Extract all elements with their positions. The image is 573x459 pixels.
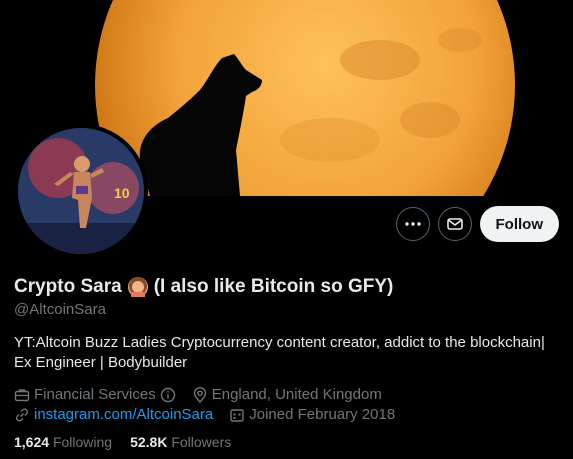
profile-avatar[interactable]: 10 <box>14 124 148 258</box>
category-item: Financial Services <box>14 386 176 403</box>
calendar-icon <box>230 408 244 422</box>
joined-item: Joined February 2018 <box>229 406 395 423</box>
followers-count: 52.8K <box>130 434 168 450</box>
profile-meta-row-1: Financial Services England, United Kingd… <box>14 386 382 403</box>
info-icon[interactable] <box>160 387 176 403</box>
location-item: England, United Kingdom <box>192 386 382 403</box>
following-label: Following <box>52 434 113 450</box>
website-link[interactable]: instagram.com/AltcoinSara <box>34 406 213 423</box>
website-item: instagram.com/AltcoinSara <box>14 406 213 423</box>
joined-text: Joined February 2018 <box>249 406 396 423</box>
category-text: Financial Services <box>34 386 156 403</box>
follow-button[interactable]: Follow <box>479 206 559 242</box>
svg-text:10: 10 <box>114 185 130 201</box>
followers-label: Followers <box>171 434 232 450</box>
display-name-row: Crypto Sara (I also like Bitcoin so GFY) <box>14 276 393 298</box>
follow-counts: 1,624 Following 52.8K Followers <box>14 434 231 450</box>
following-link[interactable]: 1,624 Following <box>14 434 112 450</box>
woman-emoji-icon <box>127 277 148 297</box>
more-options-button[interactable] <box>395 207 430 241</box>
location-text: England, United Kingdom <box>211 386 382 403</box>
following-count: 1,624 <box>14 434 50 450</box>
followers-link[interactable]: 52.8K Followers <box>130 434 231 450</box>
link-icon <box>15 407 29 422</box>
display-name: Crypto Sara <box>14 276 122 297</box>
ellipsis-icon <box>404 222 421 226</box>
envelope-icon <box>446 218 463 230</box>
message-button[interactable] <box>437 207 472 241</box>
profile-bio: YT:Altcoin Buzz Ladies Cryptocurrency co… <box>14 334 545 371</box>
profile-meta-row-2: instagram.com/AltcoinSara Joined Februar… <box>14 406 395 423</box>
profile-actions: Follow <box>395 206 559 242</box>
briefcase-icon <box>14 388 30 401</box>
user-handle: @AltcoinSara <box>14 301 106 318</box>
location-pin-icon <box>193 386 206 403</box>
display-name-suffix: (I also like Bitcoin so GFY) <box>153 276 394 297</box>
avatar-image: 10 <box>18 128 144 254</box>
